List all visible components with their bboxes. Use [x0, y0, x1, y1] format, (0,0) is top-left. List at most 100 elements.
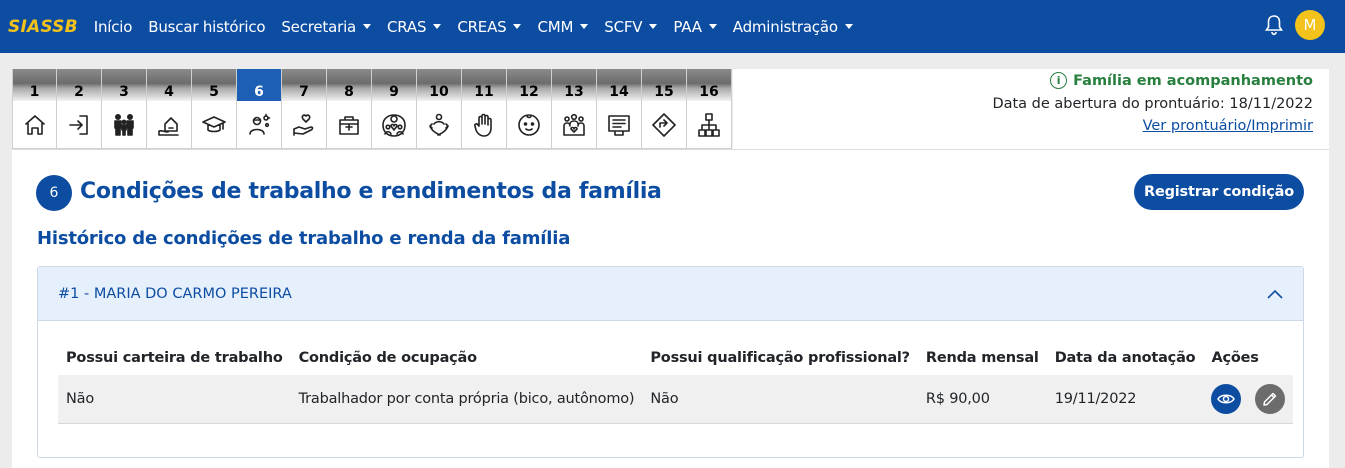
step-number: 16	[687, 69, 731, 101]
column-header: Possui qualificação profissional?	[650, 350, 910, 366]
nav-item-5[interactable]: CMM	[537, 17, 589, 36]
nav-item-label: Início	[93, 17, 133, 36]
accordion-header[interactable]: #1 - MARIA DO CARMO PEREIRA	[38, 267, 1303, 321]
step-number: 15	[642, 69, 686, 101]
column-header: Ações	[1211, 350, 1259, 366]
nav-item-label: Buscar histórico	[148, 17, 266, 36]
section-number: 6	[36, 175, 72, 211]
caret-down-icon	[844, 24, 853, 29]
caret-down-icon	[513, 24, 522, 29]
step-tab-12[interactable]: 12	[507, 69, 552, 149]
baby-face-icon	[507, 101, 551, 149]
hand-heart-icon	[282, 101, 326, 149]
status-badge-text: Família em acompanhamento	[1073, 72, 1313, 89]
view-record-link[interactable]: Ver prontuário/Imprimir	[733, 118, 1313, 134]
status-panel: i Família em acompanhamento Data de aber…	[733, 69, 1329, 149]
nav-item-label: SCFV	[604, 17, 643, 36]
caret-down-icon	[363, 24, 372, 29]
nav-item-label: PAA	[673, 17, 702, 36]
column-header: Condição de ocupação	[298, 350, 478, 366]
step-tab-5[interactable]: 5	[192, 69, 237, 149]
nav-item-1[interactable]: Buscar histórico	[148, 18, 265, 36]
stop-hand-icon	[462, 101, 506, 149]
direction-sign-icon	[642, 101, 686, 149]
brand-logo[interactable]: SIASSB	[8, 17, 78, 37]
login-icon	[57, 101, 101, 149]
steps-bar: 1 2 3 4 5 6 7 8 9 10 11 12 13 14 15 16	[12, 69, 732, 149]
table-body: Não Trabalhador por conta própria (bico, …	[58, 375, 1294, 424]
opening-date: Data de abertura do prontuário: 18/11/20…	[992, 96, 1313, 112]
view-button[interactable]	[1211, 383, 1242, 414]
nav-item-6[interactable]: SCFV	[604, 17, 658, 36]
step-tab-4[interactable]: 4	[147, 69, 192, 149]
status-badge: i Família em acompanhamento	[733, 72, 1313, 89]
nav-item-4[interactable]: CREAS	[457, 17, 522, 36]
page-title: Condições de trabalho e rendimentos da f…	[80, 179, 662, 204]
step-number: 8	[327, 69, 371, 101]
step-tab-9[interactable]: 9	[372, 69, 417, 149]
nav-menu: Início Buscar histórico Secretaria CRAS CREA…	[94, 18, 869, 36]
table-header-row: Possui carteira de trabalho Condição de o…	[58, 341, 1293, 375]
step-tab-11[interactable]: 11	[462, 69, 507, 149]
accordion-title: #1 - MARIA DO CARMO PEREIRA	[58, 285, 292, 302]
step-tab-6[interactable]: 6	[237, 69, 282, 149]
table-cell: 19/11/2022	[1046, 375, 1204, 424]
home-icon	[13, 101, 56, 149]
step-tab-8[interactable]: 8	[327, 69, 372, 149]
nav-item-label: CREAS	[457, 17, 507, 36]
step-tab-13[interactable]: 13	[552, 69, 597, 149]
step-tab-10[interactable]: 10	[417, 69, 462, 149]
member-accordion: #1 - MARIA DO CARMO PEREIRA Possui carte…	[37, 266, 1304, 458]
caret-down-icon	[708, 24, 717, 29]
step-tab-14[interactable]: 14	[597, 69, 642, 149]
register-condition-button[interactable]: Registrar condição	[1134, 174, 1304, 210]
nav-item-3[interactable]: CRAS	[387, 17, 442, 36]
step-number: 2	[57, 69, 101, 101]
community-icon	[552, 101, 596, 149]
table-cell: Não	[642, 375, 918, 424]
nav-item-label: CMM	[537, 17, 574, 36]
step-number: 9	[372, 69, 416, 101]
step-tab-7[interactable]: 7	[282, 69, 327, 149]
eye-icon	[1217, 394, 1236, 404]
hand-house-icon	[147, 101, 191, 149]
caret-down-icon	[580, 24, 589, 29]
graduation-cap-icon	[192, 101, 236, 149]
step-number: 6	[237, 69, 281, 101]
edit-button[interactable]	[1255, 383, 1286, 414]
nav-item-label: CRAS	[387, 17, 427, 36]
main-card: 6 Condições de trabalho e rendimentos da…	[12, 149, 1329, 468]
sitemap-icon	[687, 101, 731, 149]
step-tab-2[interactable]: 2	[57, 69, 102, 149]
list-screen-icon	[597, 101, 641, 149]
step-tab-1[interactable]: 1	[12, 69, 57, 149]
step-number: 1	[13, 69, 56, 101]
history-table: Possui carteira de trabalho Condição de o…	[58, 341, 1294, 424]
step-tab-15[interactable]: 15	[642, 69, 687, 149]
user-avatar[interactable]: M	[1295, 10, 1325, 40]
history-subtitle: Histórico de condições de trabalho e ren…	[37, 228, 571, 249]
nav-item-2[interactable]: Secretaria	[281, 17, 372, 36]
step-tab-3[interactable]: 3	[102, 69, 147, 149]
step-tab-16[interactable]: 16	[687, 69, 732, 149]
step-number: 3	[102, 69, 146, 101]
column-header: Data da anotação	[1054, 350, 1196, 366]
chevron-up-icon[interactable]	[1267, 289, 1283, 299]
bell-icon[interactable]	[1264, 14, 1284, 36]
step-number: 11	[462, 69, 506, 101]
history-table-wrapper: Possui carteira de trabalho Condição de o…	[58, 341, 1294, 424]
nav-item-7[interactable]: PAA	[673, 17, 717, 36]
step-number: 12	[507, 69, 551, 101]
step-number: 13	[552, 69, 596, 101]
info-icon: i	[1050, 72, 1068, 89]
nav-item-0[interactable]: Início	[94, 18, 133, 36]
step-number: 5	[192, 69, 236, 101]
step-number: 4	[147, 69, 191, 101]
worker-gear-icon	[237, 101, 281, 149]
step-number: 10	[417, 69, 461, 101]
table-cell: R$ 90,00	[917, 375, 1047, 424]
column-header: Renda mensal	[925, 350, 1039, 366]
nav-item-label: Secretaria	[281, 17, 357, 36]
nav-item-8[interactable]: Administração	[733, 18, 853, 36]
step-number: 14	[597, 69, 641, 101]
